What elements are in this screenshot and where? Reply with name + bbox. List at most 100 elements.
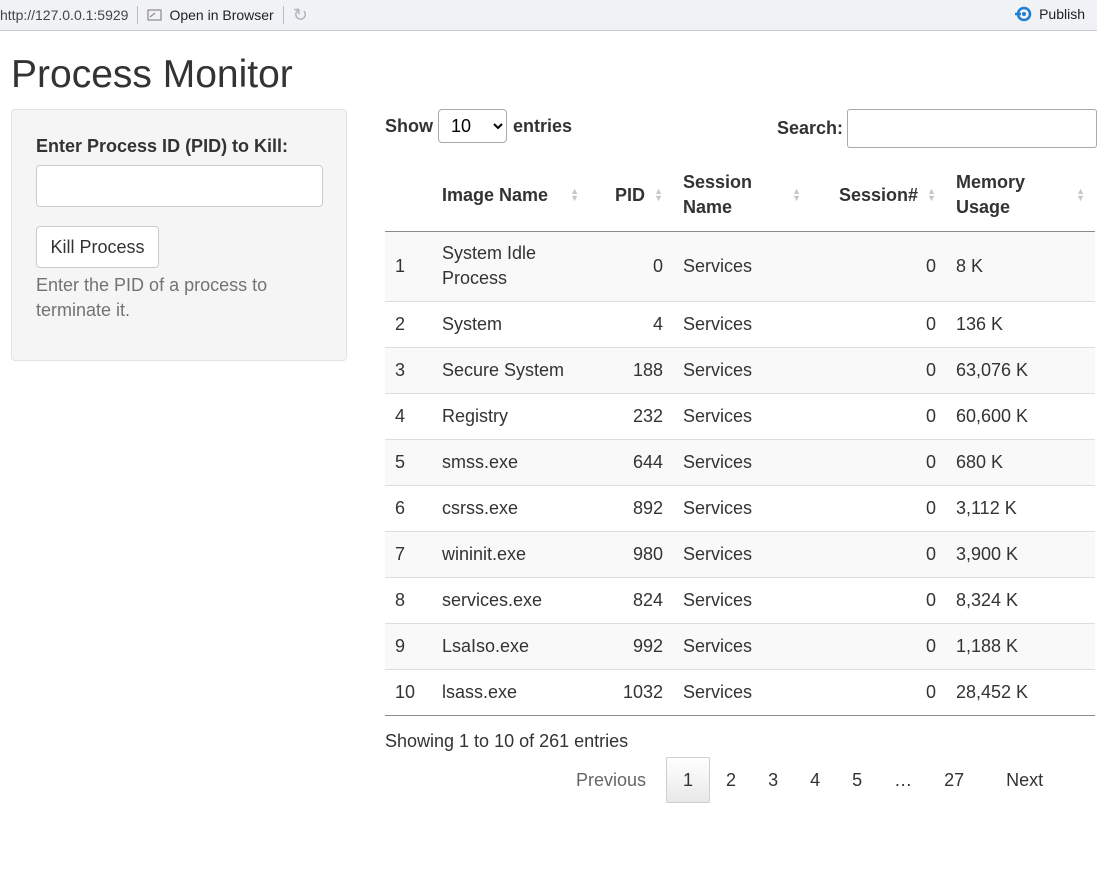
kill-process-button[interactable]: Kill Process [36,226,159,268]
cell-memory-usage: 8 K [956,255,984,276]
cell-pid: 232 [589,392,673,439]
publish-icon [1015,6,1032,22]
cell-session-number: 0 [811,576,946,623]
table-row[interactable]: 6 csrss.exe 892 Services 0 3,112 K [385,484,1095,531]
pagination-ellipsis: … [894,770,913,790]
cell-image-name: LsaIso.exe [432,622,589,669]
refresh-icon[interactable]: ↻ [293,5,308,26]
page-length-select[interactable]: 10 [438,109,507,143]
sort-icon: ▲ ▼ [792,186,801,204]
cell-memory-usage: 63,076 K [946,346,1095,393]
cell-memory-usage: 28,452 K [946,668,1095,716]
cell-pid: 1032 [589,668,673,716]
cell-pid: 892 [589,484,673,531]
cell-image-name: System [432,300,589,347]
sidebar-panel: Enter Process ID (PID) to Kill: Kill Pro… [11,109,347,361]
show-label: Show [385,115,433,136]
table-row[interactable]: 2 System 4 Services 0 136 K [385,300,1095,347]
cell-image-name: System Idle Process [442,243,537,288]
page-button[interactable]: 3 [756,758,798,802]
cell-session-number: 0 [925,255,936,276]
cell-image-name: lsass.exe [432,668,589,716]
cell-pid: 644 [589,438,673,485]
publish-label: Publish [1039,6,1085,22]
table-row[interactable]: 9 LsaIso.exe 992 Services 0 1,188 K [385,622,1095,669]
cell-session-number: 0 [811,392,946,439]
cell-session-name: Services [673,392,811,439]
cell-memory-usage: 680 K [946,438,1095,485]
toolbar-divider [282,6,284,24]
cell-image-name: Registry [432,392,589,439]
search-label: Search: [777,118,844,138]
column-header-memory-usage[interactable]: Memory Usage ▲ ▼ [946,160,1095,232]
page-button[interactable]: 5 [840,758,882,802]
table-row[interactable]: 1 System Idle Process 0 Services 0 8 K [385,231,1095,301]
sort-icon: ▲ ▼ [570,186,579,204]
cell-row-index: 8 [385,576,432,623]
table-row[interactable]: 4 Registry 232 Services 0 60,600 K [385,392,1095,439]
cell-row-index: 9 [385,622,432,669]
table-row[interactable]: 10 lsass.exe 1032 Services 0 28,452 K [385,668,1095,716]
cell-memory-usage: 8,324 K [946,576,1095,623]
cell-session-number: 0 [811,484,946,531]
cell-row-index: 3 [385,346,432,393]
cell-row-index: 1 [395,255,406,276]
cell-row-index: 6 [385,484,432,531]
cell-session-name: Services [673,346,811,393]
open-browser-icon [147,9,162,21]
page-button[interactable]: 27 [932,758,984,802]
cell-pid: 824 [589,576,673,623]
column-header-image-name[interactable]: Image Name ▲ ▼ [432,160,589,232]
cell-pid: 188 [589,346,673,393]
table-row[interactable]: 8 services.exe 824 Services 0 8,324 K [385,576,1095,623]
cell-memory-usage: 3,112 K [946,484,1095,531]
cell-pid: 980 [589,530,673,577]
cell-memory-usage: 1,188 K [946,622,1095,669]
toolbar-divider [137,6,139,24]
cell-image-name: smss.exe [432,438,589,485]
next-page-button[interactable]: Next [984,758,1061,802]
entries-label: entries [513,115,573,136]
page-title: Process Monitor [11,53,293,96]
search-input[interactable] [847,109,1097,148]
cell-image-name: csrss.exe [432,484,589,531]
cell-session-number: 0 [811,668,946,716]
table-row[interactable]: 3 Secure System 188 Services 0 63,076 K [385,346,1095,393]
cell-memory-usage: 3,900 K [946,530,1095,577]
cell-row-index: 2 [385,300,432,347]
column-header-index[interactable] [385,160,432,232]
cell-session-number: 0 [811,622,946,669]
column-header-session-name[interactable]: Session Name ▲ ▼ [673,160,811,232]
cell-session-number: 0 [811,530,946,577]
cell-session-name: Services [673,668,811,716]
search-control: Search: [777,109,1097,148]
page-button-current[interactable]: 1 [666,757,711,803]
pagination: Previous 1 2 3 4 5 … 27 Next [562,757,1061,803]
cell-row-index: 10 [385,668,432,716]
page-button[interactable]: 2 [714,758,756,802]
sort-icon: ▲ ▼ [654,186,663,204]
pid-input[interactable] [36,165,323,207]
url-text: http://127.0.0.1:5929 [0,7,129,23]
publish-button[interactable]: Publish [1014,6,1085,22]
table-info: Showing 1 to 10 of 261 entries [385,731,629,751]
cell-session-number: 0 [811,438,946,485]
cell-pid: 992 [589,622,673,669]
cell-image-name: wininit.exe [432,530,589,577]
page-button[interactable]: 4 [798,758,840,802]
table-row[interactable]: 7 wininit.exe 980 Services 0 3,900 K [385,530,1095,577]
open-in-browser-button[interactable]: Open in Browser [147,7,274,23]
column-header-pid[interactable]: PID ▲ ▼ [589,160,673,232]
previous-page-button[interactable]: Previous [562,758,666,802]
sort-icon: ▲ ▼ [1076,186,1085,204]
help-text: Enter the PID of a process to terminate … [36,275,268,320]
cell-row-index: 5 [385,438,432,485]
pid-label: Enter Process ID (PID) to Kill: [36,136,289,156]
cell-session-number: 0 [811,346,946,393]
open-in-browser-label: Open in Browser [169,7,274,23]
viewer-toolbar: http://127.0.0.1:5929 Open in Browser ↻ … [0,0,1097,31]
table-row[interactable]: 5 smss.exe 644 Services 0 680 K [385,438,1095,485]
cell-memory-usage: 136 K [946,300,1095,347]
column-header-session-number[interactable]: Session# ▲ ▼ [811,160,946,232]
cell-session-name: Services [673,530,811,577]
